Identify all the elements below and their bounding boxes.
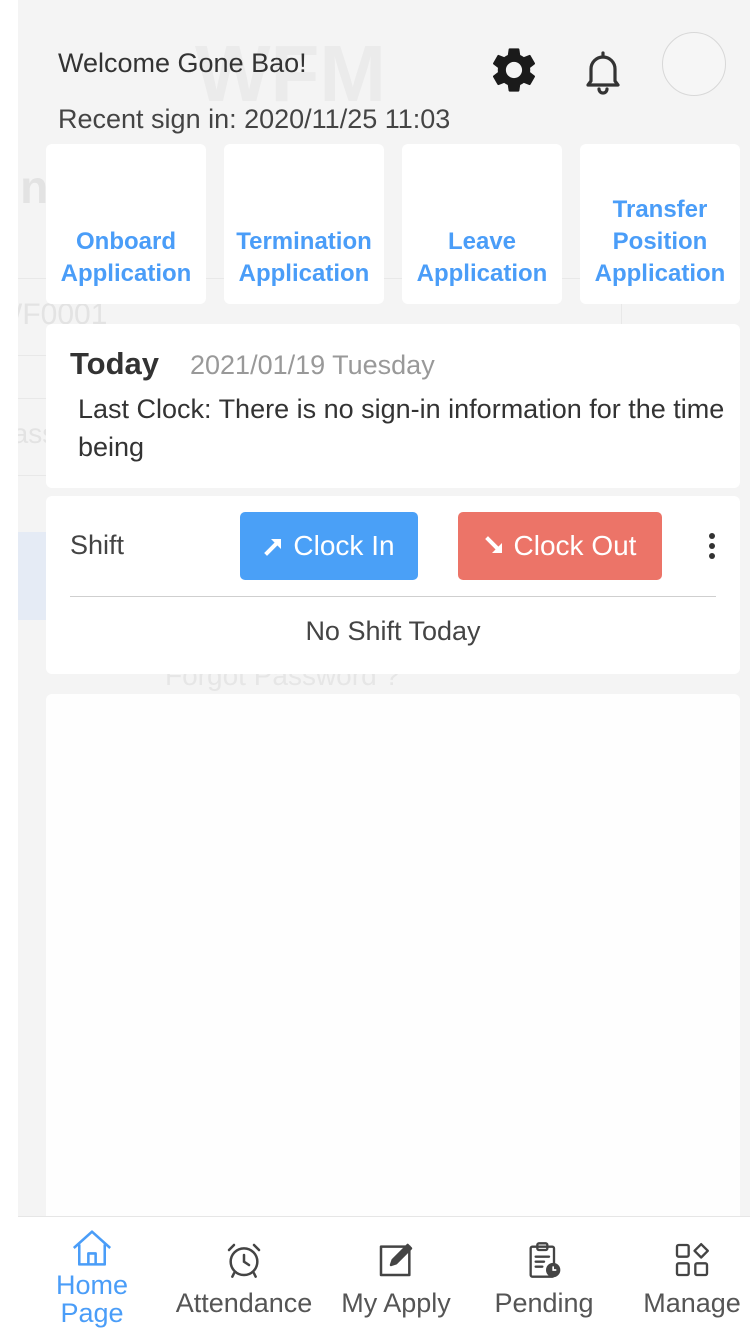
quick-applications: Onboard Application Termination Applicat… [46,144,750,304]
tab-label: Pending [494,1288,594,1318]
tab-my-apply[interactable]: My Apply [330,1217,462,1335]
more-dot [709,543,715,549]
today-label: Today [70,346,159,381]
welcome-text: Welcome Gone Bao! [58,48,307,78]
clock-in-button[interactable]: Clock In [240,512,418,580]
transfer-position-application-tile[interactable]: Transfer Position Application [580,144,740,304]
tile-label: Leave Application [416,228,548,287]
gear-icon [492,48,536,92]
more-dot [709,553,715,559]
today-card: Today 2021/01/19 Tuesday Last Clock: The… [46,324,740,488]
clock-in-label: Clock In [293,530,395,561]
today-date: 2021/01/19 Tuesday [190,350,435,380]
clipboard-clock-icon [520,1237,568,1283]
tab-label: Manage [643,1288,741,1318]
settings-button[interactable] [484,40,544,100]
clock-out-label: Clock Out [513,530,637,561]
arrow-up-right-icon [263,535,285,557]
no-shift-message: No Shift Today [305,616,481,646]
more-options-button[interactable] [696,526,728,566]
tile-label: Transfer Position Application [594,196,726,287]
termination-application-tile[interactable]: Termination Application [224,144,384,304]
header: Welcome Gone Bao! Recent sign in: 2020/1… [58,32,738,144]
last-clock-info: Last Clock: There is no sign-in informat… [78,394,725,462]
content-card [46,694,740,1234]
onboard-application-tile[interactable]: Onboard Application [46,144,206,304]
shift-label: Shift [70,530,125,560]
bell-icon [586,51,620,95]
tab-label: Attendance [175,1288,313,1318]
clock-out-button[interactable]: Clock Out [458,512,662,580]
notifications-button[interactable] [574,42,632,100]
divider [70,596,716,597]
bottom-tab-bar: Home Page Attendance My Apply Pending Ma… [18,1216,750,1335]
avatar[interactable] [662,32,726,96]
tab-label: Home Page [55,1270,129,1328]
tab-attendance[interactable]: Attendance [164,1217,324,1335]
left-edge-strip [0,0,18,1334]
tab-manage[interactable]: Manage [634,1217,750,1335]
home-icon [68,1225,116,1271]
shift-card: Shift Clock In Clock Out No Shift Today [46,496,740,674]
grid-icon [668,1237,716,1283]
alarm-clock-icon [220,1237,268,1283]
tile-label: Onboard Application [60,228,192,287]
tile-label: Termination Application [236,228,372,287]
tab-label: My Apply [341,1288,451,1318]
more-dot [709,533,715,539]
leave-application-tile[interactable]: Leave Application [402,144,562,304]
arrow-down-right-icon [484,535,506,557]
tab-home-page[interactable]: Home Page [42,1217,142,1335]
edit-icon [372,1237,420,1283]
tab-pending[interactable]: Pending [482,1217,606,1335]
recent-sign-in: Recent sign in: 2020/11/25 11:03 [58,104,451,134]
